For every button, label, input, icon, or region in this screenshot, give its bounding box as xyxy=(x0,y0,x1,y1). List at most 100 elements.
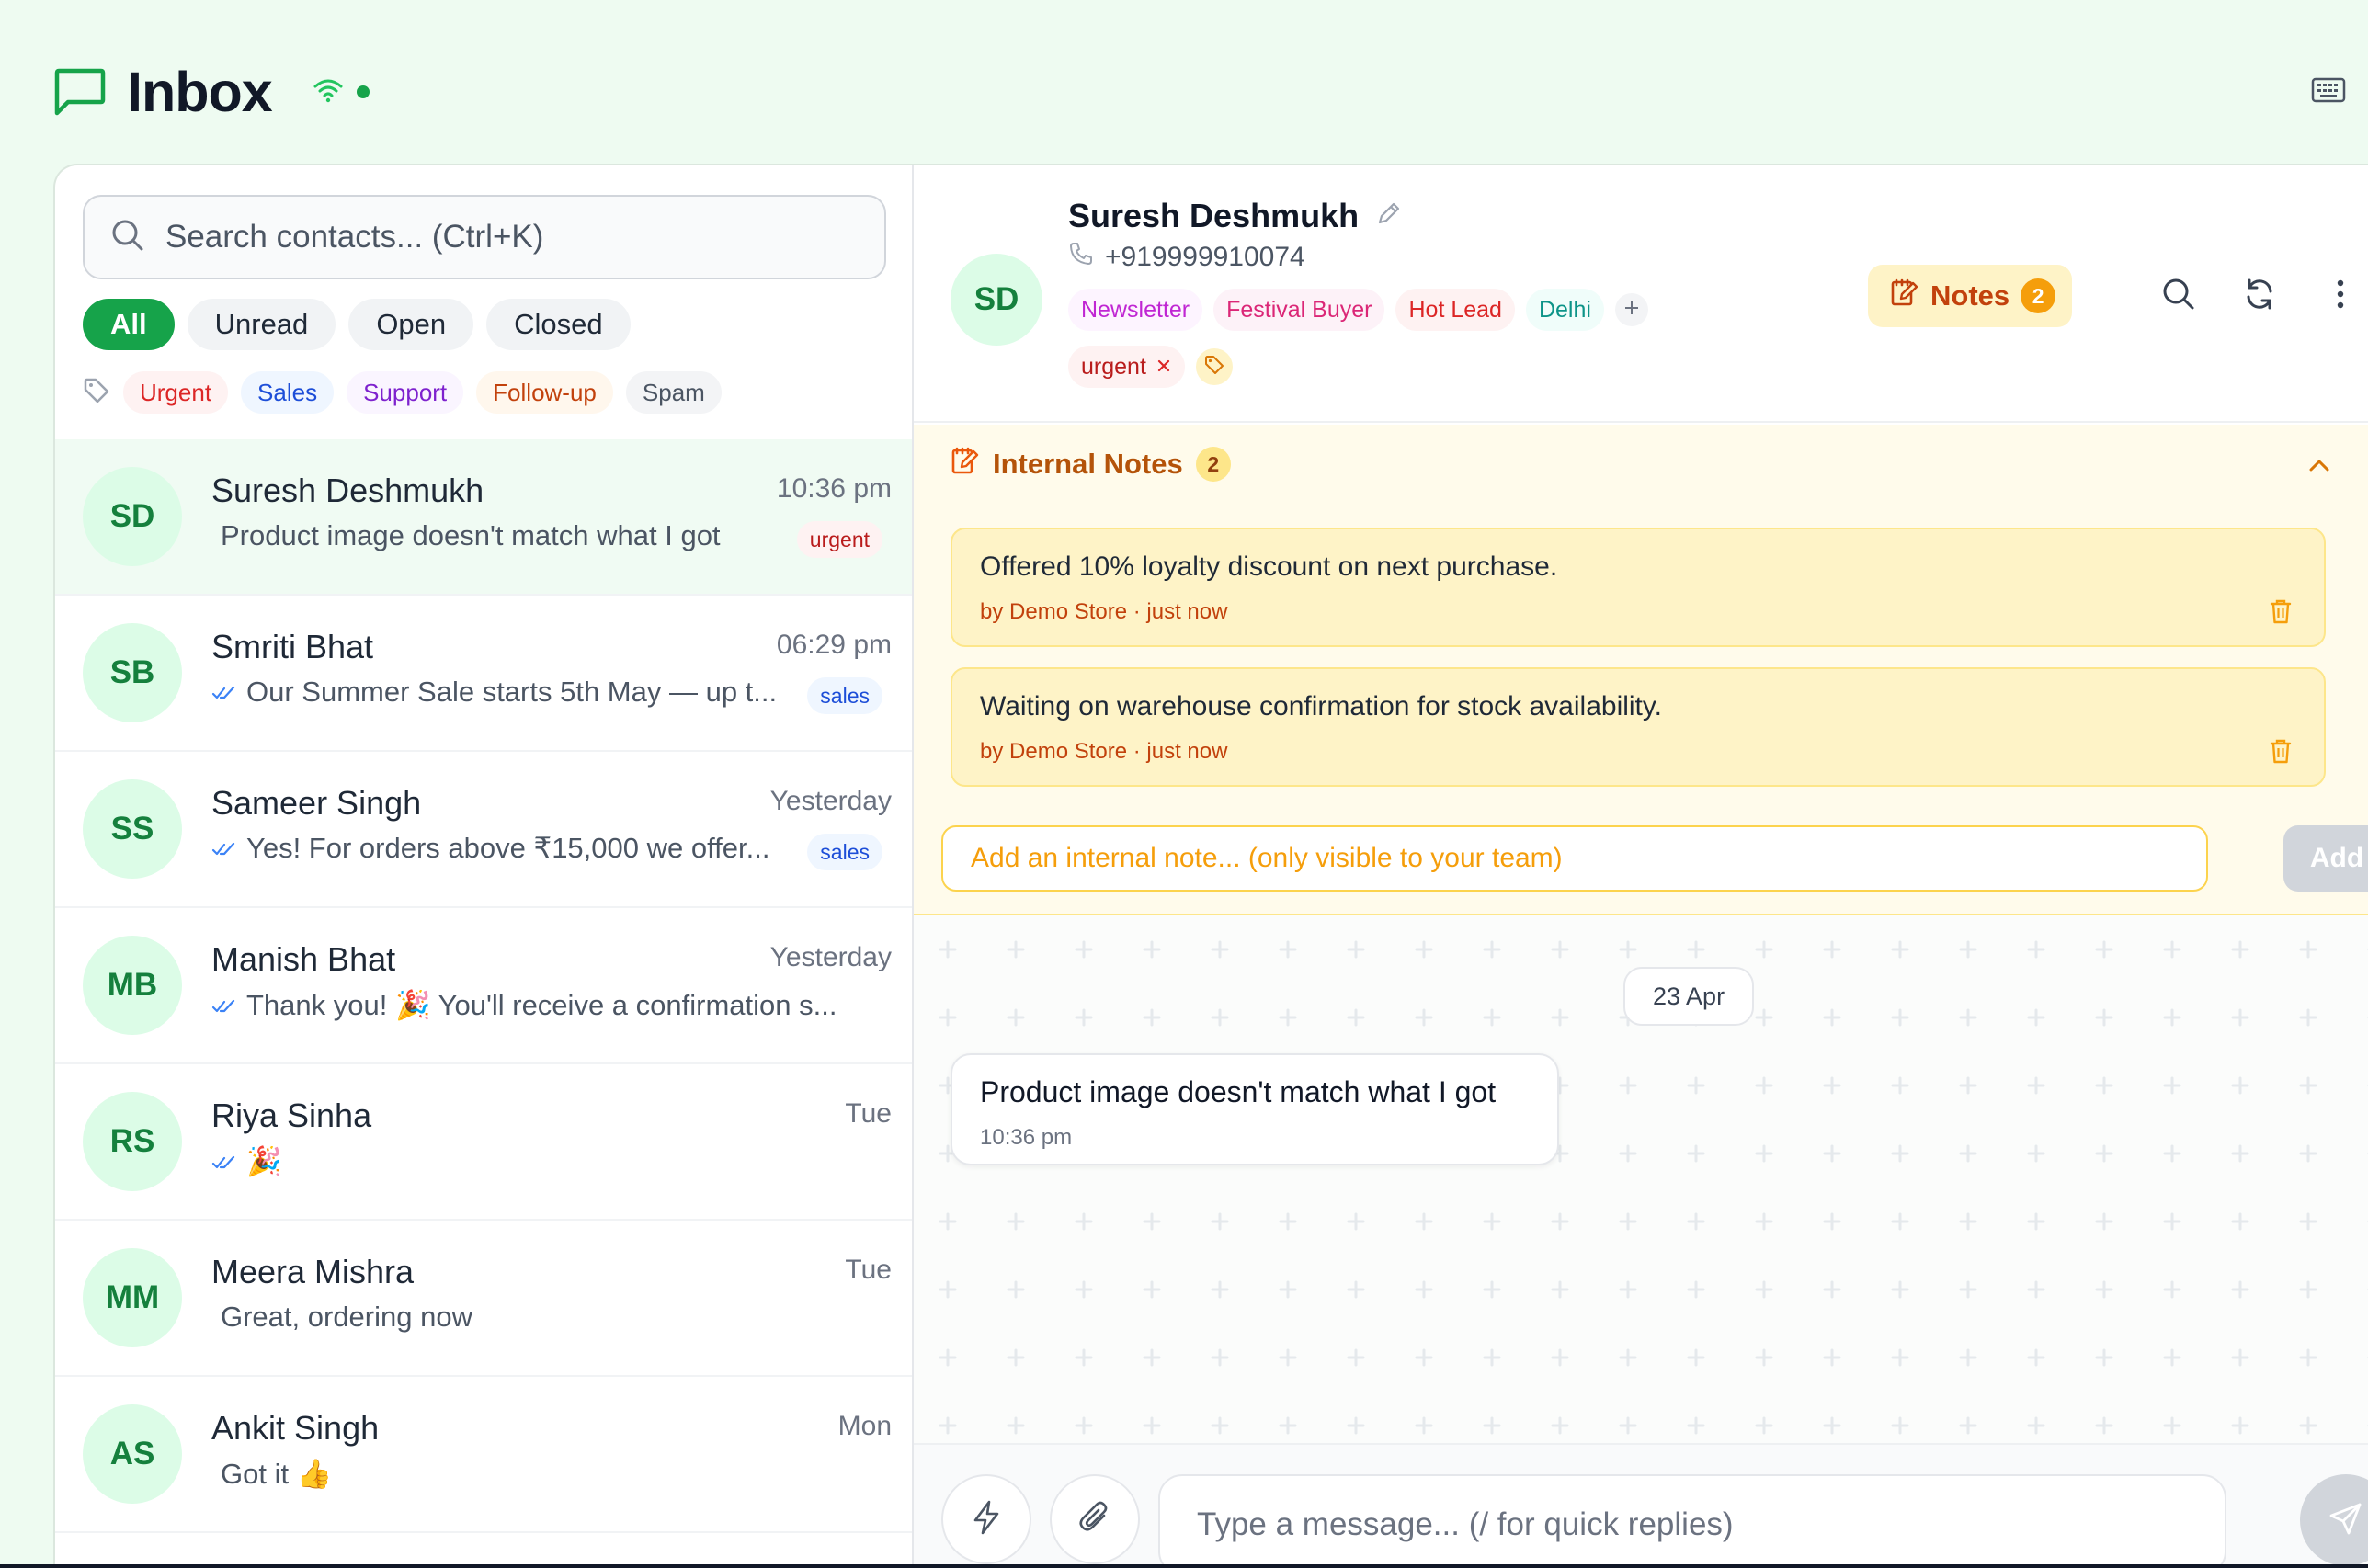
contact-tags: Newsletter Festival Buyer Hot Lead Delhi xyxy=(1068,289,1648,331)
contact-time: Tue xyxy=(845,1098,892,1129)
contact-tag-newsletter[interactable]: Newsletter xyxy=(1068,289,1203,331)
avatar: SS xyxy=(83,779,182,879)
notes-icon xyxy=(949,445,980,483)
contact-tag-festival-buyer[interactable]: Festival Buyer xyxy=(1213,289,1385,331)
phone-icon xyxy=(1068,241,1094,274)
contact-tag-delhi[interactable]: Delhi xyxy=(1525,289,1604,331)
notes-label: Notes xyxy=(1930,279,2010,312)
contact-time: 06:29 pm xyxy=(776,630,892,660)
message-preview: Thank you! 🎉 You'll receive a confirmati… xyxy=(211,988,837,1022)
contact-list: SD Suresh Deshmukh 10:36 pm Product imag… xyxy=(55,439,912,1533)
trash-icon xyxy=(2269,599,2293,629)
collapse-notes-button[interactable] xyxy=(2307,458,2331,477)
contact-row[interactable]: MM Meera Mishra Tue Great, ordering now xyxy=(55,1221,912,1377)
page-title: Inbox xyxy=(127,61,273,123)
contact-name: Riya Sinha xyxy=(211,1096,372,1134)
message-text: Product image doesn't match what I got xyxy=(980,1075,1497,1108)
message-input[interactable] xyxy=(1158,1474,2226,1568)
note-text: Offered 10% loyalty discount on next pur… xyxy=(980,551,1558,582)
avatar: SB xyxy=(83,623,182,722)
tag-icon xyxy=(1203,354,1225,381)
notes-count-badge: 2 xyxy=(2021,278,2056,313)
avatar: SD xyxy=(951,254,1042,346)
contact-tag: sales xyxy=(807,834,882,870)
send-button[interactable] xyxy=(2300,1474,2368,1566)
refresh-button[interactable] xyxy=(2237,274,2282,318)
contact-row[interactable]: AS Ankit Singh Mon Got it 👍 xyxy=(55,1377,912,1533)
search-box[interactable] xyxy=(83,195,886,279)
delete-note-button[interactable] xyxy=(2269,597,2293,630)
notes-button[interactable]: Notes 2 xyxy=(1868,265,2073,327)
label-sales[interactable]: Sales xyxy=(241,371,335,414)
label-support[interactable]: Support xyxy=(347,371,464,414)
contact-row[interactable]: SD Suresh Deshmukh 10:36 pm Product imag… xyxy=(55,439,912,596)
add-label-button[interactable] xyxy=(1195,348,1233,385)
filter-closed[interactable]: Closed xyxy=(486,299,631,350)
add-tag-button[interactable] xyxy=(1614,293,1648,326)
contact-time: Mon xyxy=(837,1411,892,1441)
chevron-up-icon xyxy=(2307,460,2331,476)
plus-icon xyxy=(1622,299,1641,322)
filter-open[interactable]: Open xyxy=(348,299,474,350)
phone-number: +919999910074 xyxy=(1105,242,1305,272)
preview-text: Our Summer Sale starts 5th May — up t... xyxy=(246,676,778,708)
contact-row[interactable]: RS Riya Sinha Tue 🎉 xyxy=(55,1064,912,1221)
bottom-edge xyxy=(0,1564,2368,1568)
quick-replies-button[interactable] xyxy=(941,1474,1031,1564)
contact-time: Yesterday xyxy=(769,942,892,972)
note-card: Offered 10% loyalty discount on next pur… xyxy=(951,528,2326,647)
message-preview: Our Summer Sale starts 5th May — up t... xyxy=(211,676,777,709)
avatar: SD xyxy=(83,467,182,566)
note-text: Waiting on warehouse confirmation for st… xyxy=(980,691,1663,722)
contact-name: Suresh Deshmukh xyxy=(1068,197,1360,234)
contact-time: 10:36 pm xyxy=(776,473,892,504)
label-spam[interactable]: Spam xyxy=(625,371,722,414)
note-meta: by Demo Store · just now xyxy=(980,599,1228,624)
paperclip-icon xyxy=(1078,1499,1111,1540)
search-icon xyxy=(2161,277,2196,316)
contact-row[interactable]: MB Manish Bhat Yesterday Thank you! 🎉 Yo… xyxy=(55,908,912,1064)
filter-all[interactable]: All xyxy=(83,299,175,350)
notes-count-badge: 2 xyxy=(1195,447,1231,482)
filter-unread[interactable]: Unread xyxy=(187,299,336,350)
message-composer xyxy=(914,1443,2368,1568)
remove-label-button[interactable] xyxy=(1156,354,1172,381)
message-preview: Yes! For orders above ₹15,000 we offer..… xyxy=(211,832,769,865)
message-time: 10:36 pm xyxy=(980,1125,1073,1150)
read-receipt-icon xyxy=(211,1145,237,1178)
contact-row[interactable]: SB Smriti Bhat 06:29 pm Our Summer Sale … xyxy=(55,596,912,752)
contact-tag: urgent xyxy=(796,521,882,558)
search-input[interactable] xyxy=(165,219,864,256)
avatar: MB xyxy=(83,936,182,1035)
label-urgent[interactable]: Urgent xyxy=(123,371,229,414)
contact-time: Tue xyxy=(845,1255,892,1285)
preview-text: Yes! For orders above ₹15,000 we offer..… xyxy=(246,832,770,864)
pencil-icon xyxy=(1375,197,1403,234)
connection-status xyxy=(313,77,370,108)
add-note-button[interactable]: Add xyxy=(2283,825,2368,892)
search-conversation-button[interactable] xyxy=(2157,274,2201,318)
note-input[interactable] xyxy=(941,825,2208,892)
date-separator: 23 Apr xyxy=(1623,967,1755,1026)
message-preview: Got it 👍 xyxy=(211,1457,332,1491)
notes-header: Internal Notes 2 xyxy=(949,445,1231,483)
contact-time: Yesterday xyxy=(769,786,892,816)
contact-phone: +919999910074 xyxy=(1068,241,1305,274)
contact-name: Manish Bhat xyxy=(211,940,396,978)
read-receipt-icon xyxy=(211,832,237,865)
edit-name-button[interactable] xyxy=(1375,197,1403,235)
delete-note-button[interactable] xyxy=(2269,737,2293,769)
contact-name: Meera Mishra xyxy=(211,1253,415,1290)
contact-row[interactable]: SS Sameer Singh Yesterday Yes! For order… xyxy=(55,752,912,908)
message-preview: 🎉 xyxy=(211,1144,282,1178)
label-follow-up[interactable]: Follow-up xyxy=(476,371,613,414)
tag-icon xyxy=(83,377,110,409)
attach-button[interactable] xyxy=(1050,1474,1140,1564)
contact-name: Ankit Singh xyxy=(211,1409,380,1447)
message-preview: Great, ordering now xyxy=(211,1301,472,1334)
keyboard-shortcuts-button[interactable] xyxy=(2309,75,2348,108)
online-dot xyxy=(356,85,370,98)
message-preview: Product image doesn't match what I got xyxy=(211,519,721,552)
more-options-button[interactable] xyxy=(2318,274,2362,318)
contact-tag-hot-lead[interactable]: Hot Lead xyxy=(1395,289,1515,331)
